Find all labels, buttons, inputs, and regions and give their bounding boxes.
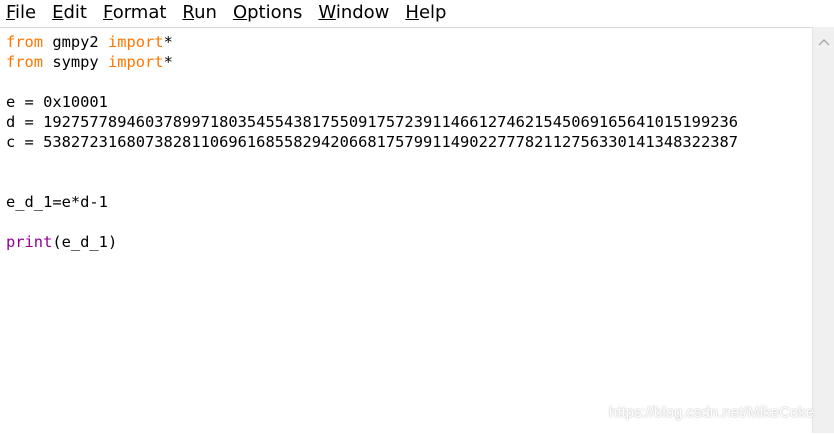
code-line: d = 192757789460378997180354554381755091… <box>6 113 739 131</box>
menu-edit[interactable]: Edit <box>52 0 87 26</box>
menu-window[interactable]: Window <box>318 0 389 26</box>
code-editor[interactable]: from gmpy2 import* from sympy import* e =… <box>0 27 812 434</box>
scroll-up-arrow-icon[interactable] <box>817 35 831 49</box>
code-line: print(e_d_1) <box>6 233 118 251</box>
code-line: from gmpy2 import* <box>6 33 173 51</box>
code-text[interactable]: from gmpy2 import* from sympy import* e =… <box>6 32 738 252</box>
menu-help[interactable]: Help <box>405 0 446 26</box>
keyword-import: import <box>107 53 164 71</box>
code-line: c = 538272316807382811069616855829420668… <box>6 133 739 151</box>
code-line: e = 0x10001 <box>6 93 108 111</box>
menu-options[interactable]: Options <box>233 0 302 26</box>
menu-run[interactable]: Run <box>182 0 217 26</box>
keyword-import: import <box>107 33 164 51</box>
keyword-from: from <box>6 33 44 51</box>
vertical-scrollbar[interactable] <box>812 27 834 433</box>
keyword-from: from <box>6 53 44 71</box>
menu-bar: File Edit Format Run Options Window Help <box>0 0 834 26</box>
builtin-print: print <box>6 233 53 251</box>
code-line: e_d_1=e*d-1 <box>6 193 108 211</box>
watermark: https://blog.csdn.net/MikeCoke <box>609 404 815 421</box>
menu-file[interactable]: File <box>6 0 36 26</box>
code-line: from sympy import* <box>6 53 173 71</box>
menu-format[interactable]: Format <box>103 0 166 26</box>
